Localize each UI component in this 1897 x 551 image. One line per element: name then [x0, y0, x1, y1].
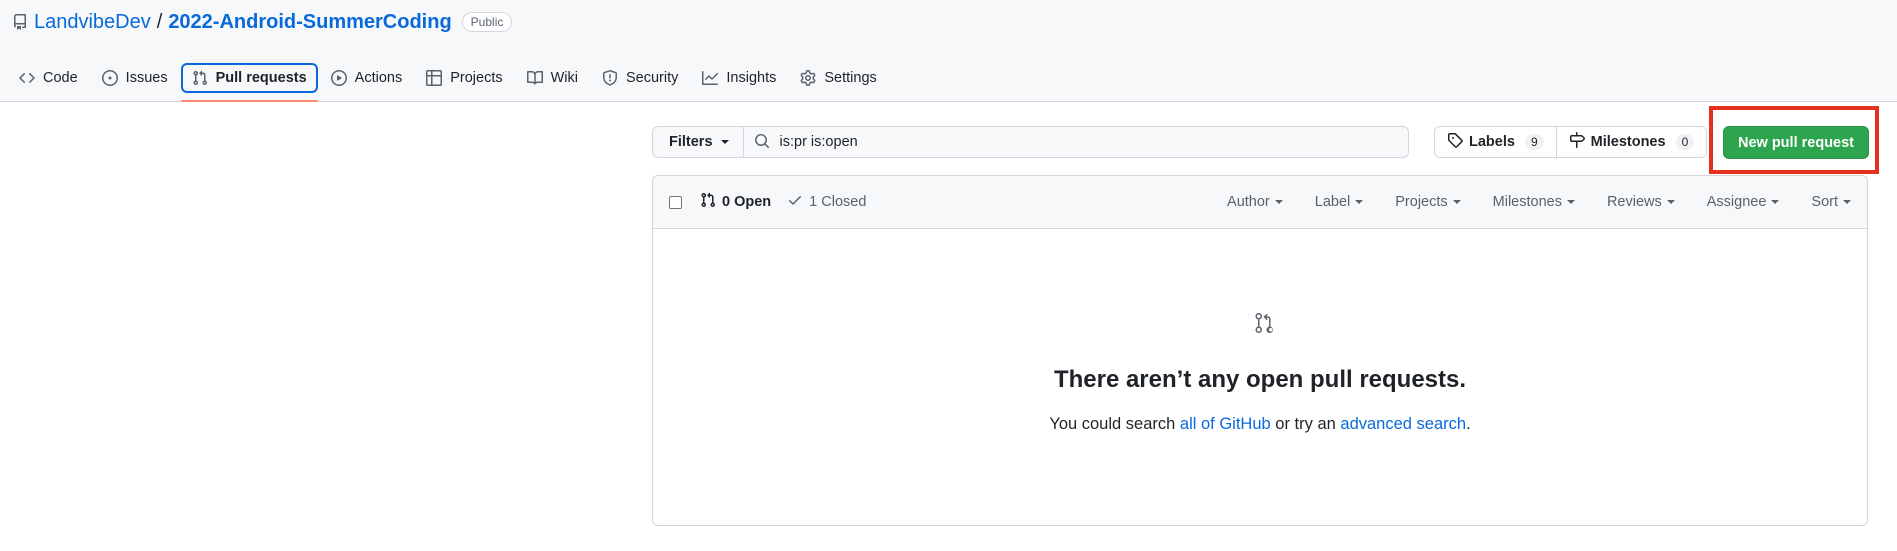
tab-pull-requests-label: Pull requests: [215, 70, 307, 86]
chevron-down-icon: [1666, 200, 1675, 204]
projects-dropdown-label: Projects: [1395, 194, 1448, 210]
labels-label: Labels: [1469, 134, 1515, 150]
tab-insights[interactable]: Insights: [691, 63, 787, 93]
search-icon: [754, 133, 770, 152]
tag-icon: [1447, 132, 1463, 152]
closed-count-label: 1 Closed: [809, 194, 867, 210]
chevron-down-icon: [720, 140, 729, 144]
advanced-search-link[interactable]: advanced search: [1340, 415, 1466, 433]
filters-button[interactable]: Filters: [652, 126, 744, 158]
milestones-count: 0: [1675, 134, 1695, 150]
gear-icon: [800, 70, 816, 86]
chevron-down-icon: [1566, 200, 1575, 204]
filters-label: Filters: [669, 134, 713, 150]
label-dropdown[interactable]: Label: [1314, 194, 1364, 210]
tab-security[interactable]: Security: [591, 63, 689, 93]
visibility-badge: Public: [461, 12, 513, 32]
tab-settings[interactable]: Settings: [789, 63, 887, 93]
tab-projects[interactable]: Projects: [415, 63, 513, 93]
label-dropdown-label: Label: [1314, 194, 1351, 210]
milestones-dropdown-label: Milestones: [1492, 194, 1562, 210]
repo-icon: [12, 14, 28, 30]
tab-code[interactable]: Code: [8, 63, 89, 93]
sort-dropdown-label: Sort: [1811, 194, 1838, 210]
chevron-down-icon: [1355, 200, 1364, 204]
new-pull-request-button[interactable]: New pull request: [1723, 126, 1869, 159]
empty-state-description: You could search all of GitHub or try an…: [653, 415, 1867, 434]
milestones-dropdown[interactable]: Milestones: [1493, 194, 1575, 210]
all-of-github-link[interactable]: all of GitHub: [1180, 415, 1271, 433]
chevron-down-icon: [1843, 200, 1851, 204]
labels-button[interactable]: Labels 9: [1435, 127, 1556, 157]
projects-dropdown[interactable]: Projects: [1395, 194, 1461, 210]
tab-wiki[interactable]: Wiki: [516, 63, 589, 93]
labels-count: 9: [1524, 134, 1544, 150]
repo-title: LandvibeDev / 2022-Android-SummerCoding …: [12, 9, 513, 35]
tab-actions-label: Actions: [354, 70, 403, 86]
list-header: 0 Open 1 Closed Author Label Projects Mi…: [653, 176, 1867, 229]
shield-icon: [602, 70, 618, 86]
reviews-dropdown-label: Reviews: [1606, 194, 1662, 210]
empty-state: There aren’t any open pull requests. You…: [653, 229, 1867, 525]
repo-nav: Code Issues Pull requests Actions Projec…: [8, 61, 888, 102]
graph-icon: [702, 70, 719, 86]
play-icon: [330, 70, 347, 86]
git-pull-request-icon: [192, 70, 208, 86]
desc-middle: or try an: [1270, 415, 1341, 433]
tab-code-label: Code: [43, 70, 78, 86]
author-dropdown[interactable]: Author: [1227, 194, 1283, 210]
tab-insights-label: Insights: [726, 70, 777, 86]
labels-milestones-group: Labels 9 Milestones 0: [1434, 126, 1708, 158]
tab-wiki-label: Wiki: [550, 70, 578, 86]
closed-prs-link[interactable]: 1 Closed: [787, 192, 866, 212]
milestones-label: Milestones: [1590, 134, 1666, 150]
check-icon: [787, 192, 803, 212]
tab-pull-requests[interactable]: Pull requests: [180, 63, 318, 102]
tab-issues-label: Issues: [125, 70, 168, 86]
filter-dropdowns: Author Label Projects Milestones Reviews…: [1227, 176, 1851, 228]
empty-state-title: There aren’t any open pull requests.: [1053, 366, 1467, 393]
milestones-button[interactable]: Milestones 0: [1555, 127, 1707, 157]
desc-suffix: .: [1466, 415, 1471, 433]
chevron-down-icon: [1274, 200, 1283, 204]
tab-settings-label: Settings: [824, 70, 877, 86]
open-prs-link[interactable]: 0 Open: [700, 192, 771, 212]
milestone-icon: [1569, 132, 1585, 152]
tab-projects-label: Projects: [450, 70, 503, 86]
book-icon: [526, 70, 543, 86]
issue-opened-icon: [101, 70, 118, 86]
repo-path-separator: /: [156, 10, 163, 33]
git-pull-request-icon: [1251, 311, 1275, 338]
author-dropdown-label: Author: [1227, 194, 1270, 210]
select-all-checkbox[interactable]: [669, 195, 682, 209]
repo-name-link[interactable]: 2022-Android-SummerCoding: [168, 11, 451, 34]
search-field: [743, 126, 1409, 158]
chevron-down-icon: [1452, 200, 1461, 204]
chevron-down-icon: [1771, 200, 1780, 204]
tab-security-label: Security: [626, 70, 679, 86]
desc-prefix: You could search: [1049, 415, 1180, 433]
repo-owner-link[interactable]: LandvibeDev: [34, 11, 151, 34]
assignee-dropdown-label: Assignee: [1706, 194, 1767, 210]
code-icon: [19, 70, 35, 86]
assignee-dropdown[interactable]: Assignee: [1707, 194, 1780, 210]
tab-issues[interactable]: Issues: [91, 63, 179, 93]
sort-dropdown[interactable]: Sort: [1811, 194, 1851, 210]
git-pull-request-icon: [700, 192, 716, 212]
pull-request-list: 0 Open 1 Closed Author Label Projects Mi…: [652, 175, 1868, 526]
filter-bar: Filters: [652, 126, 1409, 158]
tab-actions[interactable]: Actions: [320, 63, 414, 93]
repo-header: LandvibeDev / 2022-Android-SummerCoding …: [0, 0, 1897, 102]
search-input[interactable]: [779, 134, 1380, 150]
table-icon: [426, 70, 443, 86]
reviews-dropdown[interactable]: Reviews: [1607, 194, 1675, 210]
state-toggles: 0 Open 1 Closed: [700, 192, 866, 212]
open-count-label: 0 Open: [722, 194, 772, 210]
